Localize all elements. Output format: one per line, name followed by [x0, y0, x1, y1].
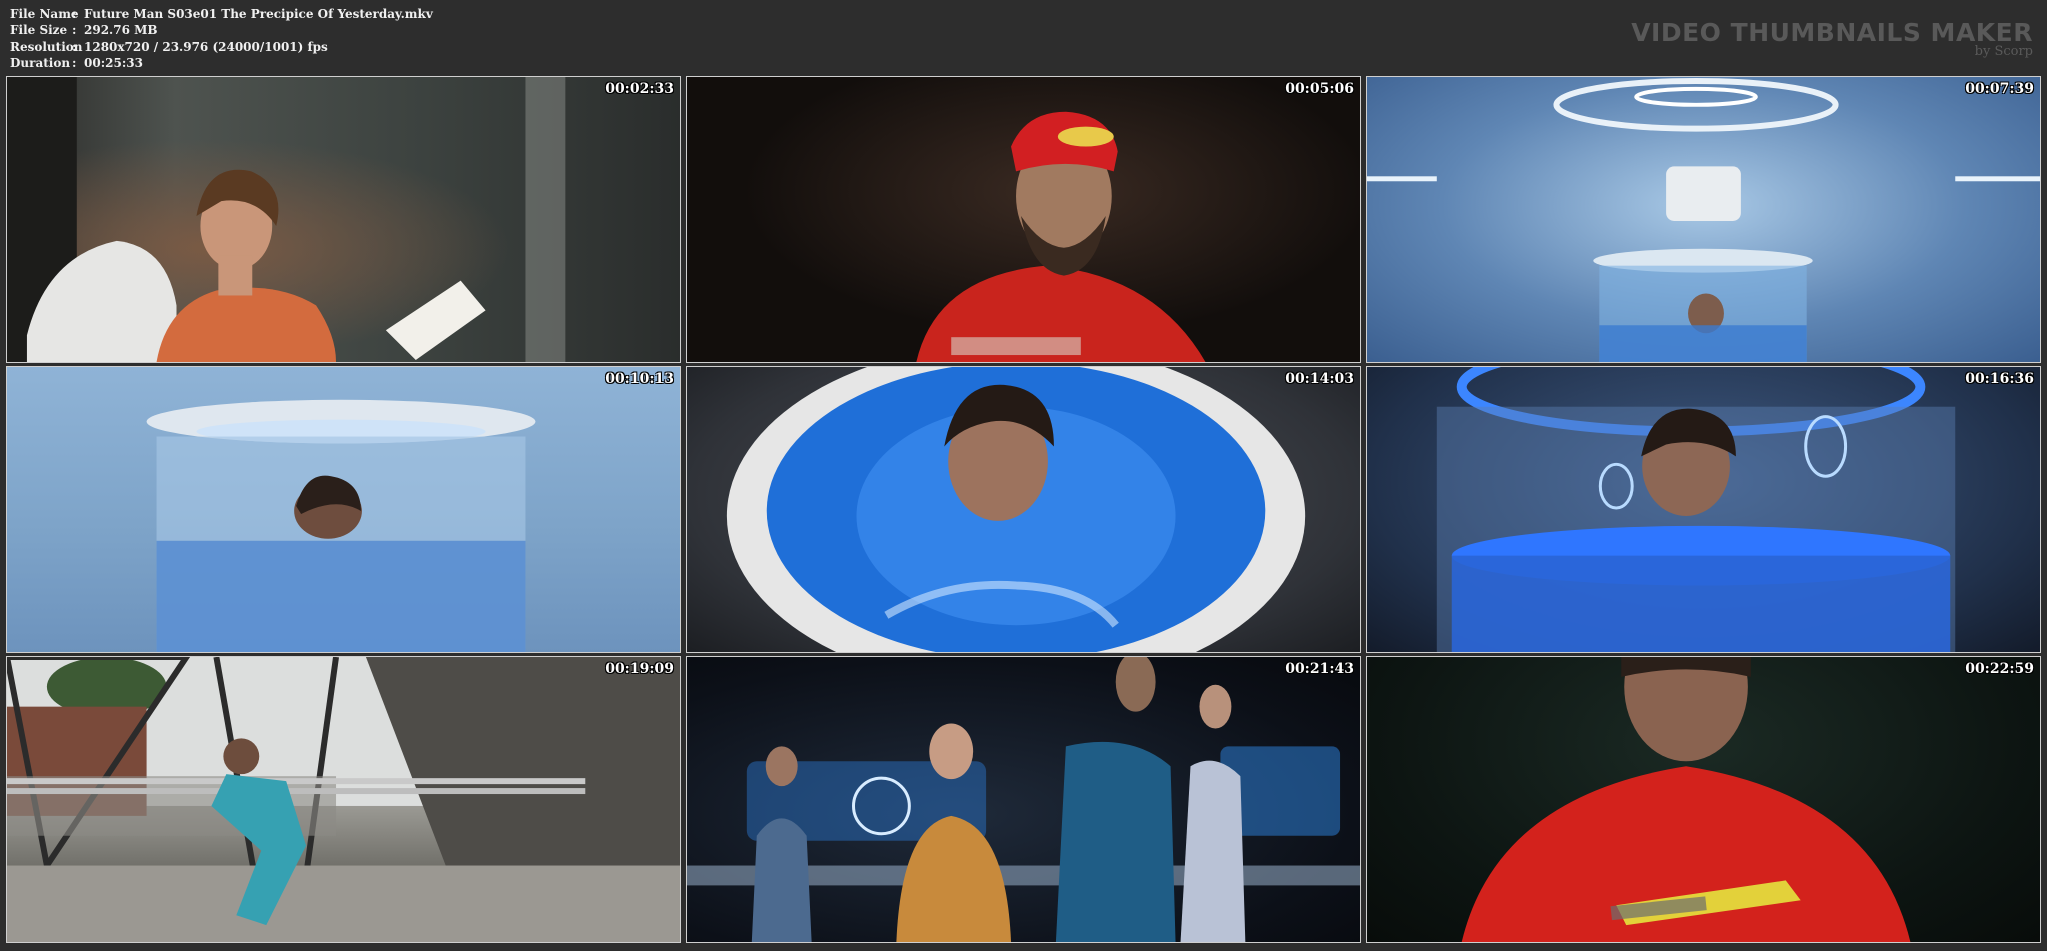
frame-timestamp: 00:21:43 — [1285, 661, 1354, 677]
thumbnail-image — [1367, 367, 2040, 652]
scene-illustration — [146, 399, 536, 652]
thumbnail-frame[interactable]: 00:05:06 — [686, 76, 1361, 363]
thumbnail-frame[interactable]: 00:10:13 — [6, 366, 681, 653]
thumbnail-image — [1367, 77, 2040, 362]
thumbnail-frame[interactable]: 00:14:03 — [686, 366, 1361, 653]
duration-value: 00:25:33 — [84, 55, 143, 70]
file-info-panel: File Name : Future Man S03e01 The Precip… — [10, 6, 433, 71]
frame-timestamp: 00:05:06 — [1285, 81, 1354, 97]
thumbnail-frame[interactable]: 00:22:59 — [1366, 656, 2041, 943]
file-info-row: Duration : 00:25:33 — [10, 55, 433, 71]
file-size-label: File Size — [10, 23, 68, 38]
scene-illustration — [916, 111, 1206, 362]
frame-timestamp: 00:07:39 — [1965, 81, 2034, 97]
file-info-row: Resolution : 1280x720 / 23.976 (24000/10… — [10, 39, 433, 55]
scene-illustration — [687, 657, 1360, 942]
resolution-label: Resolution — [10, 39, 83, 54]
thumbnail-image — [1367, 657, 2040, 942]
separator: : — [72, 23, 77, 38]
thumbnail-image — [7, 657, 680, 942]
separator: : — [72, 39, 77, 54]
thumbnail-image — [687, 367, 1360, 652]
brand-watermark: VIDEO THUMBNAILS MAKER by Scorp — [1631, 20, 2033, 59]
brand-byline: by Scorp — [1974, 44, 2033, 59]
frame-timestamp: 00:16:36 — [1965, 371, 2034, 387]
duration-label: Duration — [10, 55, 71, 70]
resolution-value: 1280x720 / 23.976 (24000/1001) fps — [84, 39, 328, 54]
file-info-row: File Size : 292.76 MB — [10, 22, 433, 38]
frame-timestamp: 00:14:03 — [1285, 371, 1354, 387]
scene-illustration — [726, 367, 1306, 652]
file-size-value: 292.76 MB — [84, 23, 158, 38]
thumbnail-frame[interactable]: 00:02:33 — [6, 76, 681, 363]
thumbnail-frame[interactable]: 00:16:36 — [1366, 366, 2041, 653]
scene-illustration — [1436, 367, 1956, 652]
thumbnail-grid: 00:02:33 00:05:06 00:07:39 00:10:13 00:1… — [6, 76, 2042, 943]
file-name-value: Future Man S03e01 The Precipice Of Yeste… — [84, 7, 433, 21]
thumbnail-frame[interactable]: 00:21:43 — [686, 656, 1361, 943]
thumbnail-frame[interactable]: 00:07:39 — [1366, 76, 2041, 363]
brand-title: VIDEO THUMBNAILS MAKER — [1631, 18, 2033, 47]
scene-illustration — [7, 77, 566, 362]
file-name-label: File Name — [10, 7, 79, 21]
file-info-row: File Name : Future Man S03e01 The Precip… — [10, 6, 433, 22]
frame-timestamp: 00:22:59 — [1965, 661, 2034, 677]
frame-timestamp: 00:02:33 — [605, 81, 674, 97]
separator: : — [72, 55, 77, 70]
scene-illustration — [1367, 77, 2040, 362]
frame-timestamp: 00:19:09 — [605, 661, 674, 677]
frame-timestamp: 00:10:13 — [605, 371, 674, 387]
thumbnail-frame[interactable]: 00:19:09 — [6, 656, 681, 943]
separator: : — [72, 7, 77, 21]
thumbnail-image — [687, 657, 1360, 942]
thumbnail-image — [7, 367, 680, 652]
thumbnail-image — [7, 77, 680, 362]
thumbnail-image — [687, 77, 1360, 362]
scene-illustration — [7, 657, 680, 942]
scene-illustration — [1461, 657, 1911, 942]
